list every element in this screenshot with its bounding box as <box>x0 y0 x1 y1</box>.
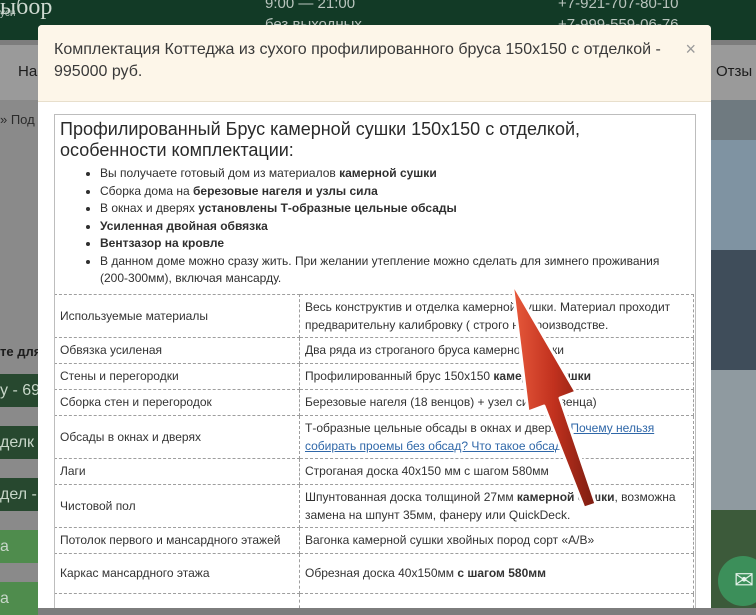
sidebar-button-3[interactable]: дел - 9 <box>0 478 38 511</box>
sidebar-heading: те для <box>0 344 42 359</box>
row-label: Потолок первого и мансардного этажей <box>55 526 300 554</box>
close-icon[interactable]: × <box>685 39 696 60</box>
features-list: Вы получаете готовый дом из материалов к… <box>60 165 689 288</box>
house-photo <box>710 100 756 608</box>
row-value: Шпунтованная доска толщиной 27мм камерно… <box>299 483 694 528</box>
row-label: Чистовой пол <box>55 483 300 528</box>
row-value: Профилированный брус 150х150 камерной су… <box>299 362 694 390</box>
row-value: Т-образные цельные обсады в окнах и двер… <box>299 414 694 459</box>
row-label: Обсады в окнах и дверях <box>55 414 300 459</box>
red-arrow-icon <box>510 280 598 510</box>
table-row: Потолок первого и мансардного этажей Ваг… <box>55 526 694 554</box>
work-hours: 9:00 — 21:00 <box>265 0 356 12</box>
table-row <box>55 592 694 608</box>
row-value: Березовые нагеля (18 венцов) + узел сила… <box>299 388 694 416</box>
row-label: Сборка стен и перегородок <box>55 388 300 416</box>
row-label: Обвязка усиленая <box>55 336 300 364</box>
left-sidebar: » Под те для у - 69 делк дел - 9 а а <box>0 100 42 615</box>
feature-item: Усиленная двойная обвязка <box>100 218 689 236</box>
row-value: Строганая доска 40х150 мм с шагом 580мм <box>299 457 694 485</box>
row-label: Лаги <box>55 457 300 485</box>
sidebar-button-1[interactable]: у - 69 <box>0 374 38 407</box>
features-heading: Профилированный Брус камерной сушки 150х… <box>60 119 581 160</box>
nav-item-left[interactable]: На <box>18 63 37 80</box>
logo-subtitle: уси <box>0 8 16 19</box>
breadcrumb[interactable]: » Под <box>0 112 35 127</box>
row-value: Два ряда из строганого бруса камерной су… <box>299 336 694 364</box>
modal-header: Комплектация Коттеджа из сухого профилир… <box>38 25 711 102</box>
table-row: Каркас мансардного этажа Обрезная доска … <box>55 552 694 594</box>
feature-item: Сборка дома на березовые нагеля и узлы с… <box>100 183 689 201</box>
phone-1[interactable]: +7-921-707-80-10 <box>558 0 679 12</box>
row-value: Вагонка камерной сушки хвойных пород сор… <box>299 526 694 554</box>
modal-title: Комплектация Коттеджа из сухого профилир… <box>54 41 661 80</box>
nav-item-reviews[interactable]: Отзы <box>716 63 752 80</box>
row-label: Каркас мансардного этажа <box>55 552 300 594</box>
features-block: Профилированный Брус камерной сушки 150х… <box>55 115 695 294</box>
feature-item: Вы получаете готовый дом из материалов к… <box>100 165 689 183</box>
sidebar-button-4[interactable]: а <box>0 530 38 563</box>
row-label: Используемые материалы <box>55 293 300 338</box>
sidebar-button-2[interactable]: делк <box>0 426 38 459</box>
row-value: Обрезная доска 40х150мм с шагом 580мм <box>299 552 694 594</box>
package-modal: Комплектация Коттеджа из сухого профилир… <box>38 25 711 608</box>
sidebar-button-5[interactable]: а <box>0 582 38 615</box>
feature-item: Вентзазор на кровле <box>100 235 689 253</box>
row-value: Весь конструктив и отделка камерной сушк… <box>299 293 694 338</box>
feature-item: В окнах и дверях установлены Т-образные … <box>100 200 689 218</box>
row-label: Стены и перегородки <box>55 362 300 390</box>
